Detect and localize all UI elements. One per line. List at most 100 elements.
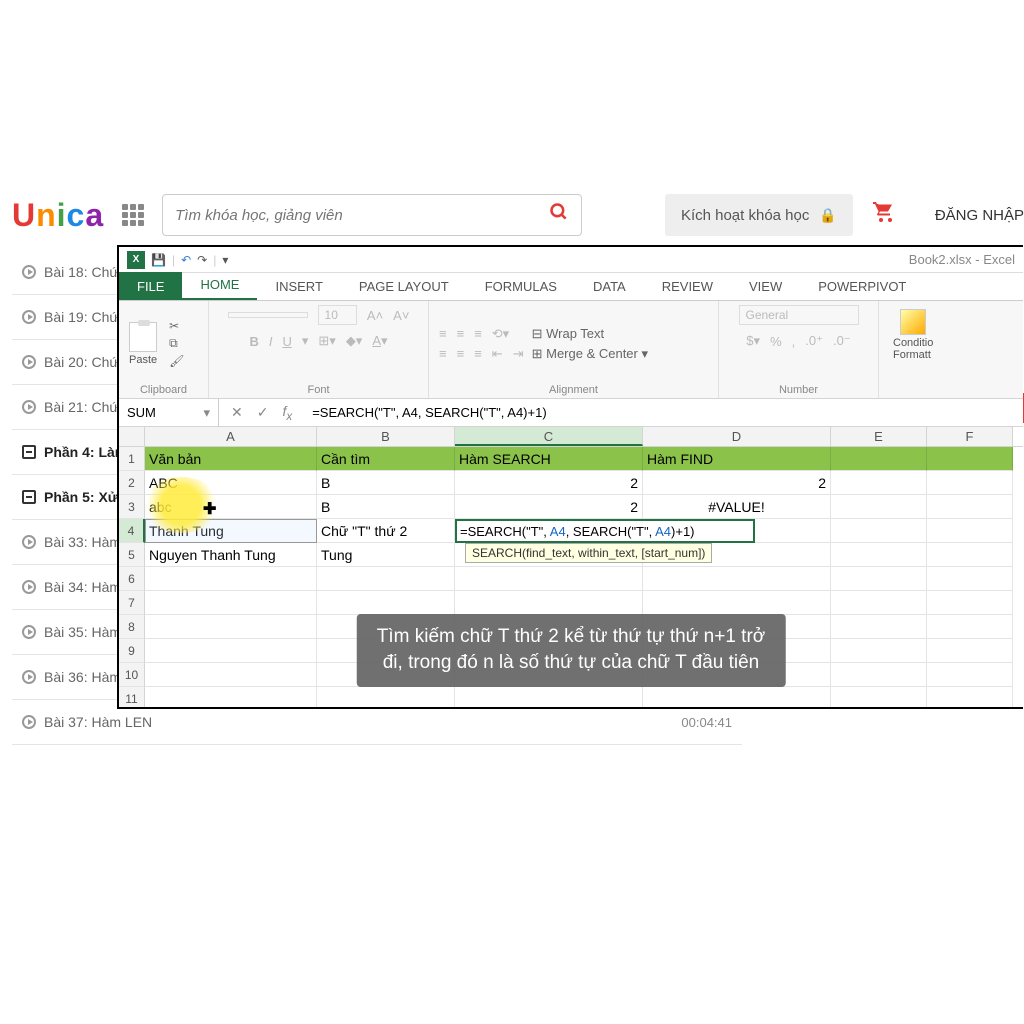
cell[interactable] [317,591,455,615]
col-header-E[interactable]: E [831,427,927,446]
tab-insert[interactable]: INSERT [257,273,340,300]
search-icon[interactable] [549,202,569,228]
formula-input[interactable]: =SEARCH("T", A4, SEARCH("T", A4)+1) [304,405,1023,420]
cell[interactable] [927,663,1013,687]
italic-button[interactable]: I [269,334,273,349]
cell[interactable] [317,687,455,709]
cell[interactable] [831,591,927,615]
cell[interactable]: Văn bản [145,447,317,471]
align-right-icon[interactable]: ≡ [474,346,482,362]
cell[interactable]: 2 [643,471,831,495]
editing-cell-c4[interactable]: =SEARCH("T", A4, SEARCH("T", A4)+1) [455,519,755,543]
cell[interactable] [927,495,1013,519]
save-icon[interactable]: 💾 [151,253,166,267]
cell[interactable] [643,687,831,709]
cell[interactable] [927,615,1013,639]
cell[interactable] [145,663,317,687]
cell[interactable] [145,615,317,639]
indent-increase-icon[interactable]: ⇥ [513,346,524,362]
name-box[interactable]: SUM▾ [119,399,219,426]
cell[interactable] [831,495,927,519]
align-middle-icon[interactable]: ≡ [457,326,465,342]
font-color-button[interactable]: A▾ [372,333,387,349]
cell[interactable]: B [317,495,455,519]
cell[interactable] [831,471,927,495]
cell[interactable]: B [317,471,455,495]
cart-icon[interactable] [871,200,897,231]
row-header[interactable]: 1 [119,447,145,471]
decrease-font-icon[interactable]: A˅ [393,308,409,323]
row-header[interactable]: 9 [119,639,145,663]
cell[interactable] [927,471,1013,495]
redo-icon[interactable]: ↷ [197,253,207,267]
cell[interactable]: 2 [455,495,643,519]
cell[interactable] [455,591,643,615]
underline-button[interactable]: U [282,334,291,349]
row-header[interactable]: 3 [119,495,145,519]
tab-home[interactable]: HOME [182,271,257,300]
border-button[interactable]: ⊞▾ [318,333,335,349]
decrease-decimal-icon[interactable]: .0⁻ [833,333,851,349]
row-header[interactable]: 11 [119,687,145,709]
cell[interactable] [927,447,1013,471]
cell[interactable] [831,639,927,663]
cell[interactable] [145,687,317,709]
col-header-A[interactable]: A [145,427,317,446]
cell[interactable] [455,687,643,709]
tab-page-layout[interactable]: PAGE LAYOUT [341,273,467,300]
cell[interactable]: Chữ "T" thứ 2 [317,519,455,543]
orientation-icon[interactable]: ⟲▾ [492,326,509,342]
col-header-D[interactable]: D [643,427,831,446]
comma-format-icon[interactable]: , [792,334,796,349]
search-input[interactable] [175,207,549,224]
bold-button[interactable]: B [249,334,258,349]
accept-formula-icon[interactable]: ✓ [257,404,269,421]
align-left-icon[interactable]: ≡ [439,346,447,362]
cell[interactable] [831,519,927,543]
indent-decrease-icon[interactable]: ⇤ [492,346,503,362]
cell[interactable]: 2 [455,471,643,495]
wrap-text-button[interactable]: ⊟ Wrap Text [532,326,648,342]
cell[interactable]: Hàm SEARCH [455,447,643,471]
cancel-formula-icon[interactable]: ✕ [231,404,243,421]
cell[interactable]: Cần tìm [317,447,455,471]
align-top-icon[interactable]: ≡ [439,326,447,342]
cell[interactable] [927,639,1013,663]
row-header[interactable]: 10 [119,663,145,687]
font-size-dropdown[interactable]: 10 [318,305,357,325]
number-format-dropdown[interactable]: General [739,305,859,325]
row-header[interactable]: 2 [119,471,145,495]
cell[interactable] [145,591,317,615]
cell[interactable] [831,567,927,591]
cell[interactable] [317,567,455,591]
col-header-C[interactable]: C [455,427,643,446]
font-name-dropdown[interactable] [228,312,308,318]
cell[interactable] [831,615,927,639]
increase-font-icon[interactable]: A˄ [367,308,383,323]
cut-icon[interactable]: ✂ [169,319,184,333]
cell[interactable] [927,591,1013,615]
cell[interactable] [927,543,1013,567]
customize-icon[interactable]: ▾ [222,253,228,267]
cell[interactable]: Nguyen Thanh Tung [145,543,317,567]
apps-grid-icon[interactable] [122,204,144,226]
conditional-formatting-button[interactable]: Conditio Formatt [889,305,937,365]
cell[interactable]: ABC [145,471,317,495]
cell[interactable]: #VALUE! [643,495,831,519]
tab-powerpivot[interactable]: POWERPIVOT [800,273,924,300]
cell[interactable] [643,591,831,615]
cell[interactable]: Tung [317,543,455,567]
cell[interactable] [831,687,927,709]
cell[interactable] [643,567,831,591]
cell[interactable] [831,663,927,687]
col-header-B[interactable]: B [317,427,455,446]
tab-review[interactable]: REVIEW [644,273,731,300]
cell[interactable] [927,519,1013,543]
tab-data[interactable]: DATA [575,273,644,300]
cell[interactable] [831,447,927,471]
tab-formulas[interactable]: FORMULAS [467,273,575,300]
cell[interactable] [455,567,643,591]
undo-icon[interactable]: ↶ [181,253,191,267]
increase-decimal-icon[interactable]: .0⁺ [805,333,823,349]
activate-course-button[interactable]: Kích hoạt khóa học 🔒 [665,194,853,236]
